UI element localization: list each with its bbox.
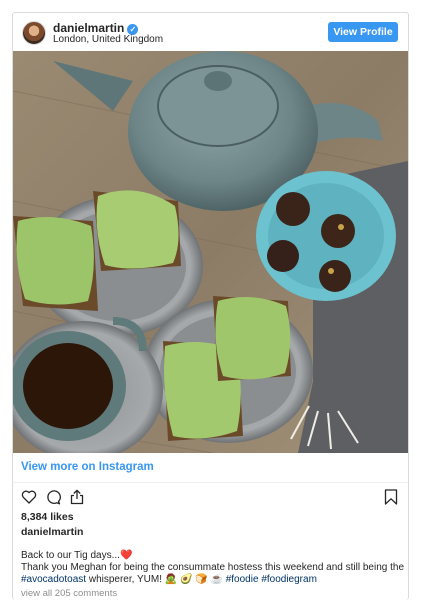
- caption-text-3: whisperer, YUM! 🧟 🥑 🍞 ☕: [86, 574, 226, 585]
- like-count[interactable]: 8,384 likes: [21, 511, 74, 523]
- instagram-embed-card: danielmartin ✓ London, United Kingdom Vie…: [12, 12, 409, 600]
- post-header: danielmartin ✓ London, United Kingdom Vie…: [13, 13, 408, 51]
- view-profile-button[interactable]: View Profile: [328, 22, 398, 42]
- caption-text-2: Thank you Meghan for being the consummat…: [21, 562, 405, 573]
- hashtag-link[interactable]: #foodiegram: [261, 574, 317, 585]
- tea: [23, 343, 113, 429]
- hashtag-link[interactable]: #foodie: [226, 574, 259, 585]
- post-photo[interactable]: [13, 51, 408, 453]
- share-icon[interactable]: [69, 489, 85, 505]
- heart-icon[interactable]: [21, 489, 37, 505]
- teapot-knob: [204, 71, 232, 91]
- username-row[interactable]: danielmartin ✓: [53, 21, 139, 35]
- hashtag-link[interactable]: #avocadotoast: [21, 574, 86, 585]
- avatar[interactable]: [22, 21, 46, 45]
- avocado-spread: [215, 297, 291, 380]
- avocado-spread: [96, 190, 179, 269]
- avocado-spread: [16, 217, 94, 305]
- caption: Back to our Tig days...❤️ Thank you Megh…: [21, 550, 406, 586]
- view-more-link[interactable]: View more on Instagram: [21, 461, 154, 473]
- red-heart-emoji-icon: ❤️: [119, 550, 133, 561]
- post-author[interactable]: danielmartin: [21, 526, 83, 538]
- divider: [13, 482, 408, 483]
- caption-line-1: Back to our Tig days...❤️: [21, 550, 406, 562]
- comment-icon[interactable]: [45, 489, 61, 505]
- location[interactable]: London, United Kingdom: [53, 34, 163, 45]
- view-all-comments-link[interactable]: view all 205 comments: [21, 588, 117, 599]
- bookmark-icon[interactable]: [384, 489, 398, 505]
- caption-line-3: #avocadotoast whisperer, YUM! 🧟 🥑 🍞 ☕ #f…: [21, 574, 406, 586]
- username[interactable]: danielmartin: [53, 21, 124, 35]
- caption-text-1: Back to our Tig days...: [21, 550, 120, 561]
